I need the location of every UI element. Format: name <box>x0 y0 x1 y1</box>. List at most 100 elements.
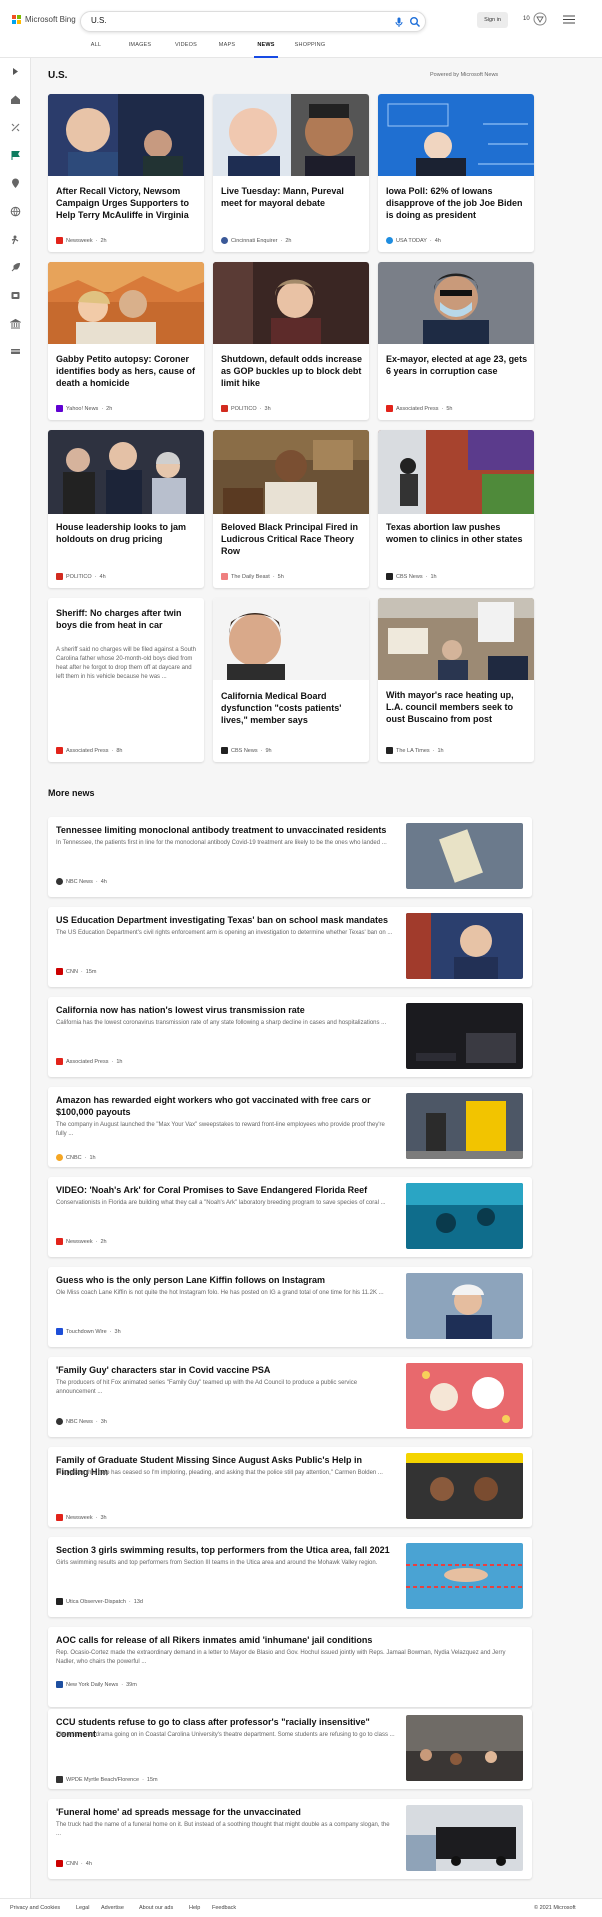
tab-all[interactable]: ALL <box>80 40 112 58</box>
sign-in-button[interactable]: Sign in <box>477 12 508 28</box>
news-image <box>378 430 534 514</box>
story-title[interactable]: US Education Department investigating Te… <box>56 914 396 926</box>
source-logo-icon <box>56 1328 63 1335</box>
rewards-icon[interactable] <box>533 12 547 26</box>
footer-link-privacy[interactable]: Privacy and Cookies <box>10 1905 60 1911</box>
news-card[interactable]: House leadership looks to jam holdouts o… <box>48 430 204 588</box>
search-input[interactable] <box>91 16 371 25</box>
story-snippet: In Tennessee, the patients first in line… <box>56 840 387 846</box>
news-story[interactable]: California now has nation's lowest virus… <box>48 997 532 1077</box>
news-image <box>378 94 534 176</box>
source-logo-icon <box>56 968 63 975</box>
story-thumbnail <box>406 1273 523 1339</box>
card-title[interactable]: Shutdown, default odds increase as GOP b… <box>221 353 363 389</box>
card-snippet: A sheriff said no charges will be filed … <box>56 647 196 680</box>
news-card[interactable]: Sheriff: No charges after twin boys die … <box>48 598 204 762</box>
globe-icon[interactable] <box>10 206 21 217</box>
card-title[interactable]: California Medical Board dysfunction "co… <box>221 690 363 726</box>
money-icon[interactable] <box>10 346 21 357</box>
story-snippet: Conservationists in Florida are building… <box>56 1200 386 1206</box>
story-source: Touchdown Wire · 3h <box>56 1328 121 1335</box>
card-title[interactable]: Beloved Black Principal Fired in Ludicro… <box>221 521 363 557</box>
tab-videos[interactable]: VIDEOS <box>168 40 204 58</box>
tab-maps[interactable]: MAPS <box>212 40 242 58</box>
news-story[interactable]: AOC calls for release of all Rikers inma… <box>48 1627 532 1707</box>
news-story[interactable]: VIDEO: 'Noah's Ark' for Coral Promises t… <box>48 1177 532 1257</box>
flag-icon[interactable] <box>10 150 21 161</box>
story-source: CNN · 4h <box>56 1860 92 1867</box>
news-story[interactable]: Family of Graduate Student Missing Since… <box>48 1447 532 1527</box>
story-source: CNN · 15m <box>56 968 96 975</box>
story-title[interactable]: Tennessee limiting monoclonal antibody t… <box>56 824 396 836</box>
card-title[interactable]: After Recall Victory, Newsom Campaign Ur… <box>56 185 198 221</box>
card-title[interactable]: Gabby Petito autopsy: Coroner identifies… <box>56 353 198 389</box>
news-story[interactable]: US Education Department investigating Te… <box>48 907 532 987</box>
home-icon[interactable] <box>10 94 21 105</box>
footer-link-help[interactable]: Help <box>189 1905 200 1911</box>
search-box[interactable] <box>80 11 426 32</box>
tab-images[interactable]: IMAGES <box>120 40 160 58</box>
story-title[interactable]: VIDEO: 'Noah's Ark' for Coral Promises t… <box>56 1184 396 1196</box>
politics-icon[interactable] <box>10 318 21 329</box>
news-card[interactable]: Texas abortion law pushes women to clini… <box>378 430 534 588</box>
expand-sidebar-icon[interactable] <box>10 66 21 77</box>
story-title[interactable]: California now has nation's lowest virus… <box>56 1004 396 1016</box>
news-story[interactable]: Section 3 girls swimming results, top pe… <box>48 1537 532 1617</box>
news-story[interactable]: 'Funeral home' ad spreads message for th… <box>48 1799 532 1879</box>
news-card[interactable]: Iowa Poll: 62% of Iowans disapprove of t… <box>378 94 534 252</box>
card-source: Associated Press · 5h <box>386 405 452 412</box>
mic-icon[interactable] <box>393 16 405 28</box>
story-title[interactable]: Guess who is the only person Lane Kiffin… <box>56 1274 396 1286</box>
news-card[interactable]: With mayor's race heating up, L.A. counc… <box>378 598 534 762</box>
tab-shopping[interactable]: SHOPPING <box>288 40 332 58</box>
news-story[interactable]: CCU students refuse to go to class after… <box>48 1709 532 1789</box>
story-title[interactable]: AOC calls for release of all Rikers inma… <box>56 1634 524 1646</box>
source-logo-icon <box>386 747 393 754</box>
card-source: The Daily Beast · 5h <box>221 573 284 580</box>
card-title[interactable]: Live Tuesday: Mann, Pureval meet for may… <box>221 185 363 209</box>
card-title[interactable]: House leadership looks to jam holdouts o… <box>56 521 198 545</box>
card-title[interactable]: Iowa Poll: 62% of Iowans disapprove of t… <box>386 185 528 221</box>
search-icon[interactable] <box>409 16 421 28</box>
location-icon[interactable] <box>10 178 21 189</box>
story-title[interactable]: 'Funeral home' ad spreads message for th… <box>56 1806 396 1818</box>
news-card[interactable]: California Medical Board dysfunction "co… <box>213 598 369 762</box>
footer-link-legal[interactable]: Legal <box>76 1905 89 1911</box>
news-card[interactable]: Ex-mayor, elected at age 23, gets 6 year… <box>378 262 534 420</box>
card-source: Associated Press · 8h <box>56 747 122 754</box>
bing-logo[interactable]: Microsoft Bing <box>12 15 76 24</box>
brand-name: Microsoft Bing <box>25 15 76 24</box>
news-card[interactable]: Live Tuesday: Mann, Pureval meet for may… <box>213 94 369 252</box>
card-source: Yahoo! News · 2h <box>56 405 112 412</box>
card-title[interactable]: Ex-mayor, elected at age 23, gets 6 year… <box>386 353 528 377</box>
news-image <box>213 262 369 344</box>
hamburger-menu-icon[interactable] <box>563 15 575 24</box>
fire-icon[interactable] <box>10 122 21 133</box>
news-story[interactable]: Tennessee limiting monoclonal antibody t… <box>48 817 532 897</box>
news-story[interactable]: 'Family Guy' characters star in Covid va… <box>48 1357 532 1437</box>
story-title[interactable]: 'Family Guy' characters star in Covid va… <box>56 1364 396 1376</box>
news-story[interactable]: Guess who is the only person Lane Kiffin… <box>48 1267 532 1347</box>
source-logo-icon <box>56 1514 63 1521</box>
sports-icon[interactable] <box>10 234 21 245</box>
tab-news[interactable]: NEWS <box>254 40 278 58</box>
card-title[interactable]: Texas abortion law pushes women to clini… <box>386 521 528 545</box>
card-title[interactable]: With mayor's race heating up, L.A. counc… <box>386 689 528 725</box>
search-tabs: ALL IMAGES VIDEOS MAPS NEWS SHOPPING <box>80 40 332 58</box>
science-rocket-icon[interactable] <box>10 262 21 273</box>
footer-link-advertise[interactable]: Advertise <box>101 1905 124 1911</box>
card-source: POLITICO · 3h <box>221 405 271 412</box>
footer-link-about-ads[interactable]: About our ads <box>139 1905 173 1911</box>
footer-link-feedback[interactable]: Feedback <box>212 1905 236 1911</box>
news-card[interactable]: Shutdown, default odds increase as GOP b… <box>213 262 369 420</box>
card-title[interactable]: Sheriff: No charges after twin boys die … <box>56 607 198 631</box>
news-card[interactable]: After Recall Victory, Newsom Campaign Ur… <box>48 94 204 252</box>
entertainment-icon[interactable] <box>10 290 21 301</box>
story-snippet: "It appears that help has ceased so I'm … <box>56 1470 383 1476</box>
story-title[interactable]: Section 3 girls swimming results, top pe… <box>56 1544 396 1556</box>
news-story[interactable]: Amazon has rewarded eight workers who go… <box>48 1087 532 1167</box>
story-thumbnail <box>406 1715 523 1781</box>
news-card[interactable]: Beloved Black Principal Fired in Ludicro… <box>213 430 369 588</box>
news-card[interactable]: Gabby Petito autopsy: Coroner identifies… <box>48 262 204 420</box>
story-title[interactable]: Amazon has rewarded eight workers who go… <box>56 1094 396 1118</box>
